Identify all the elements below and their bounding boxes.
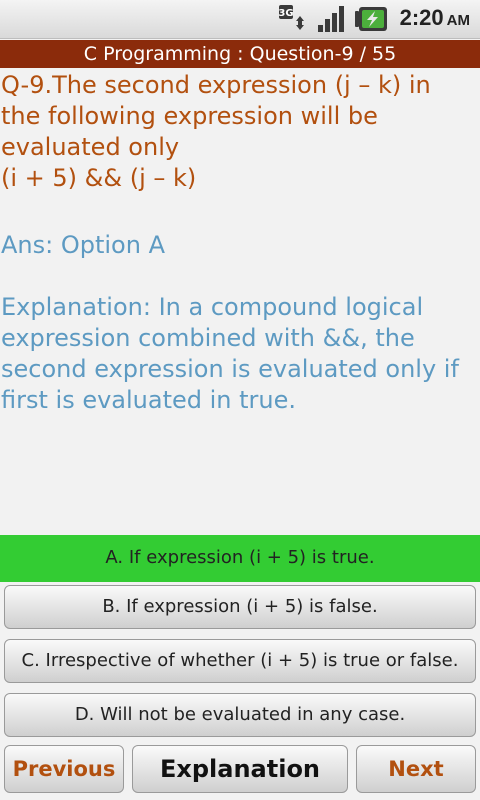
- clock-time: 2:20: [399, 5, 444, 30]
- explanation-text: Explanation: In a compound logical expre…: [1, 293, 459, 414]
- content-area: Q-9.The second expression (j – k) in the…: [0, 70, 477, 416]
- clock: 2:20 AM: [400, 5, 470, 31]
- battery-charging-icon: [354, 4, 388, 34]
- option-c-button[interactable]: C. Irrespective of whether (i + 5) is tr…: [4, 639, 476, 683]
- clock-ampm: AM: [446, 12, 470, 29]
- signal-icon: [316, 4, 348, 34]
- network-3g-icon: 3G: [278, 4, 308, 34]
- title-bar: C Programming : Question-9 / 55: [0, 40, 480, 68]
- page-title: C Programming : Question-9 / 55: [83, 43, 397, 65]
- previous-button[interactable]: Previous: [4, 745, 124, 793]
- network-label: 3G: [278, 8, 293, 19]
- option-d-button[interactable]: D. Will not be evaluated in any case.: [4, 693, 476, 737]
- option-b-button[interactable]: B. If expression (i + 5) is false.: [4, 585, 476, 629]
- next-button[interactable]: Next: [356, 745, 476, 793]
- question-text: Q-9.The second expression (j – k) in the…: [1, 71, 431, 192]
- option-a-button[interactable]: A. If expression (i + 5) is true.: [0, 535, 480, 582]
- explanation-button[interactable]: Explanation: [132, 745, 348, 793]
- status-bar: 3G 2:20 AM: [0, 0, 480, 39]
- answer-text: Ans: Option A: [1, 231, 165, 259]
